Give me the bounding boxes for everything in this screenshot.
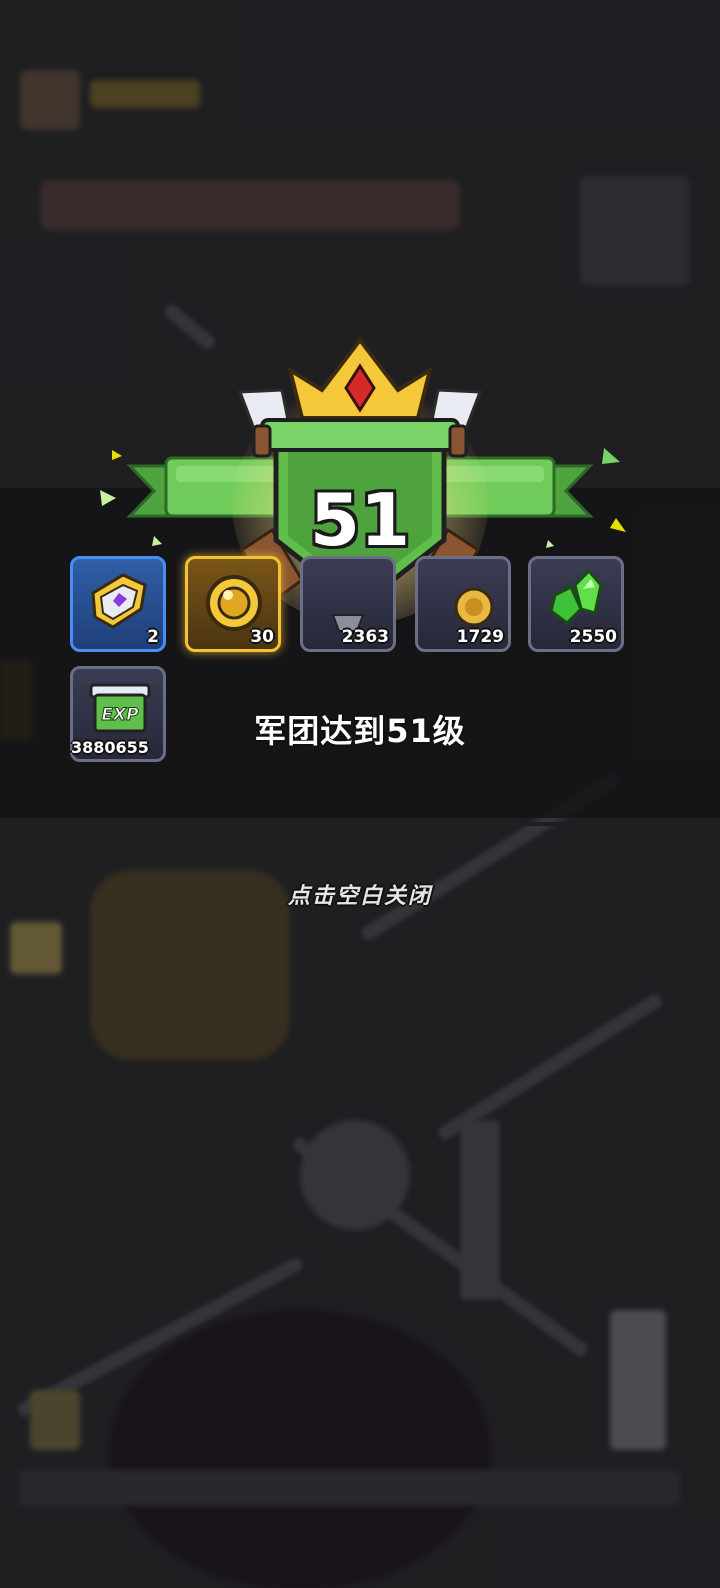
- gold-shield-emblem-icon: [91, 573, 147, 629]
- reward-count: 2550: [569, 627, 617, 647]
- tap-to-close-hint: 点击空白关闭: [287, 884, 432, 909]
- divider-dot: [490, 820, 498, 828]
- gold-coin-icon: [206, 575, 262, 631]
- reward-slot-5[interactable]: 2550: [528, 556, 624, 652]
- divider-dot: [60, 476, 68, 484]
- reward-count: 30: [250, 627, 274, 647]
- reward-slot-1[interactable]: 2: [70, 556, 166, 652]
- sparkle-decorations: [100, 448, 626, 548]
- green-crystal-icon: [549, 568, 603, 625]
- reward-slot-3[interactable]: 2363: [300, 556, 396, 652]
- silver-item-icon: [331, 614, 365, 632]
- reward-slot-4[interactable]: 1729: [415, 556, 511, 652]
- level-up-message: 军团达到51级: [254, 712, 466, 750]
- exp-scroll-icon: EXP: [89, 683, 151, 733]
- divider-top-left: [0, 478, 40, 482]
- gold-medal-icon: [454, 587, 494, 627]
- reward-count: 3880655: [71, 738, 149, 757]
- reward-slot-2[interactable]: 30: [185, 556, 281, 652]
- reward-count: 1729: [456, 627, 504, 647]
- divider-bottom-left: [0, 822, 466, 826]
- divider-bottom-right: [520, 822, 720, 826]
- reward-slot-exp[interactable]: EXP 3880655: [70, 666, 166, 762]
- reward-count: 2: [147, 627, 159, 647]
- reward-count: 2363: [341, 627, 389, 647]
- exp-label: EXP: [101, 705, 139, 725]
